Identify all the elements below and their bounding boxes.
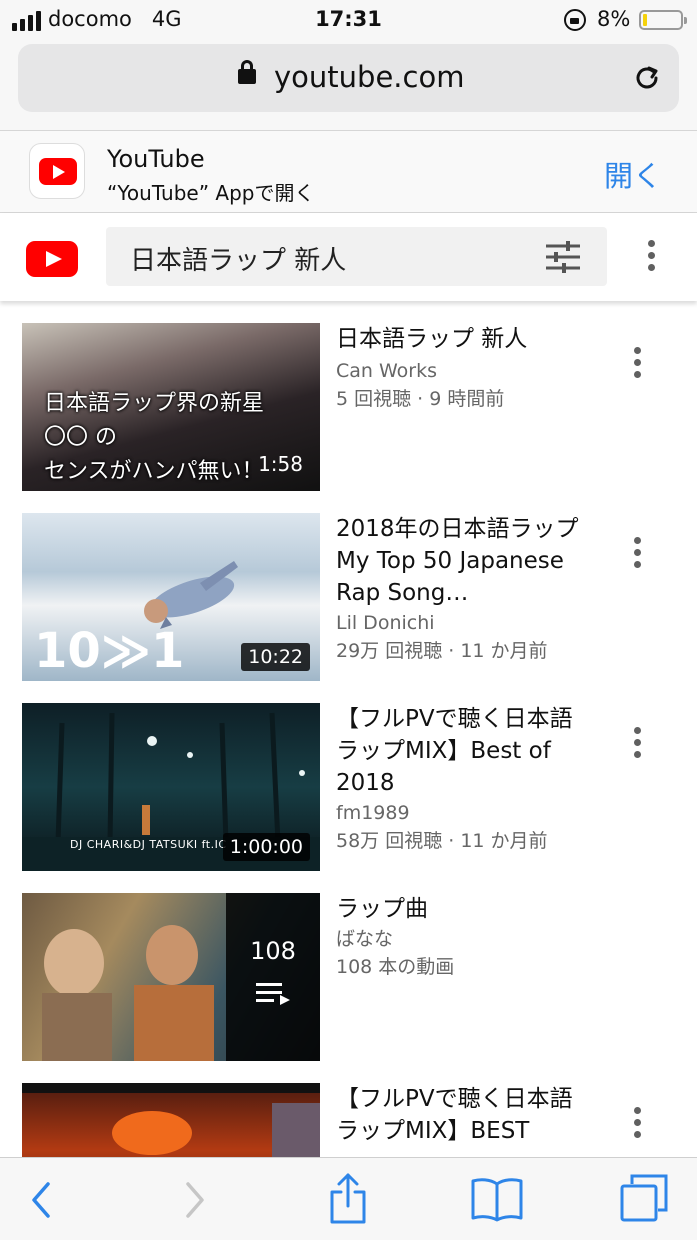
channel-name: fm1989 <box>336 802 410 824</box>
playlist-overlay: 108 <box>226 893 320 1061</box>
video-menu-icon[interactable] <box>634 727 642 761</box>
playlist-thumbnail[interactable]: 108 <box>22 893 320 1061</box>
video-result[interactable]: 【フルPVで聴く日本語ラップMIX】BEST <box>0 1083 697 1157</box>
video-result[interactable]: 10≫1 10:22 2018年の日本語ラップ My Top 50 Japane… <box>0 513 697 683</box>
video-result[interactable]: 日本語ラップ界の新星 〇〇 の センスがハンパ無い！ 1:58 日本語ラップ 新… <box>0 323 697 493</box>
video-duration: 10:22 <box>241 643 310 671</box>
playlist-icon <box>256 983 290 1005</box>
youtube-logo-icon[interactable] <box>26 241 78 277</box>
banner-subtitle: “YouTube” Appで開く <box>107 181 315 205</box>
playlist-stats: 108 本の動画 <box>336 956 455 978</box>
lock-icon <box>238 60 256 84</box>
search-results-list: 日本語ラップ界の新星 〇〇 の センスがハンパ無い！ 1:58 日本語ラップ 新… <box>0 301 697 1157</box>
youtube-header: 日本語ラップ 新人 <box>0 213 697 301</box>
banner-title: YouTube <box>107 145 205 173</box>
video-menu-icon[interactable] <box>634 537 642 571</box>
video-stats: 58万 回視聴 · 11 か月前 <box>336 830 548 852</box>
status-time: 17:31 <box>315 7 382 31</box>
video-thumbnail[interactable]: 日本語ラップ界の新星 〇〇 の センスがハンパ無い！ 1:58 <box>22 323 320 491</box>
channel-name: Can Works <box>336 360 438 382</box>
video-thumbnail[interactable]: DJ CHARI&DJ TATSUKI ft.IC 1:00:00 <box>22 703 320 871</box>
browser-toolbar <box>0 1157 697 1240</box>
battery-percent: 8% <box>597 7 631 31</box>
search-query: 日本語ラップ 新人 <box>130 246 347 276</box>
thumbnail-figure <box>144 561 238 629</box>
video-title[interactable]: 2018年の日本語ラップ My Top 50 Japanese Rap Song… <box>336 513 592 609</box>
browser-address-area: youtube.com <box>0 40 697 130</box>
video-thumbnail[interactable]: 10≫1 10:22 <box>22 513 320 681</box>
playlist-result[interactable]: 108 ラップ曲 ばなな 108 本の動画 <box>0 893 697 1063</box>
video-title[interactable]: 【フルPVで聴く日本語ラップMIX】Best of 2018 <box>336 703 592 799</box>
bookmarks-icon[interactable] <box>470 1176 524 1222</box>
video-stats: 5 回視聴 · 9 時間前 <box>336 388 505 410</box>
video-title[interactable]: 日本語ラップ 新人 <box>336 323 592 355</box>
address-url[interactable]: youtube.com <box>274 60 464 94</box>
status-bar: docomo 4G 17:31 8% <box>0 0 697 40</box>
battery-icon <box>639 10 687 30</box>
youtube-app-icon <box>29 143 85 199</box>
video-stats: 29万 回視聴 · 11 か月前 <box>336 640 548 662</box>
video-result[interactable]: DJ CHARI&DJ TATSUKI ft.IC 1:00:00 【フルPVで… <box>0 703 697 873</box>
video-title[interactable]: 【フルPVで聴く日本語ラップMIX】BEST <box>336 1083 592 1147</box>
share-icon[interactable] <box>328 1172 368 1224</box>
video-duration: 1:00:00 <box>222 833 310 861</box>
thumbnail-scene <box>22 1083 320 1157</box>
youtube-logo-icon <box>39 158 77 185</box>
thumbnail-caption: 日本語ラップ界の新星 〇〇 の センスがハンパ無い！ <box>44 391 265 484</box>
reload-icon[interactable] <box>633 64 661 92</box>
back-icon[interactable] <box>28 1180 52 1220</box>
video-menu-icon[interactable] <box>634 347 642 381</box>
video-duration: 1:58 <box>258 452 303 476</box>
video-thumbnail[interactable] <box>22 1083 320 1157</box>
app-open-banner: YouTube “YouTube” Appで開く 開く <box>0 130 697 213</box>
playlist-title[interactable]: ラップ曲 <box>336 893 592 925</box>
channel-name: ばなな <box>336 928 394 950</box>
thumbnail-caption: DJ CHARI&DJ TATSUKI ft.IC <box>70 838 227 851</box>
playlist-count: 108 <box>250 937 296 965</box>
tabs-icon[interactable] <box>620 1174 670 1224</box>
forward-icon[interactable] <box>184 1180 208 1220</box>
video-menu-icon[interactable] <box>634 1107 642 1141</box>
search-input[interactable]: 日本語ラップ 新人 <box>106 227 607 286</box>
thumbnail-scene <box>42 925 214 1061</box>
thumbnail-caption: 10≫1 <box>34 623 185 679</box>
more-options-icon[interactable] <box>648 240 656 274</box>
filter-icon[interactable] <box>546 241 580 273</box>
open-in-app-button[interactable]: 開く <box>604 153 662 195</box>
channel-name: Lil Donichi <box>336 612 435 634</box>
rotation-lock-icon <box>564 9 586 31</box>
address-bar[interactable]: youtube.com <box>18 44 679 112</box>
